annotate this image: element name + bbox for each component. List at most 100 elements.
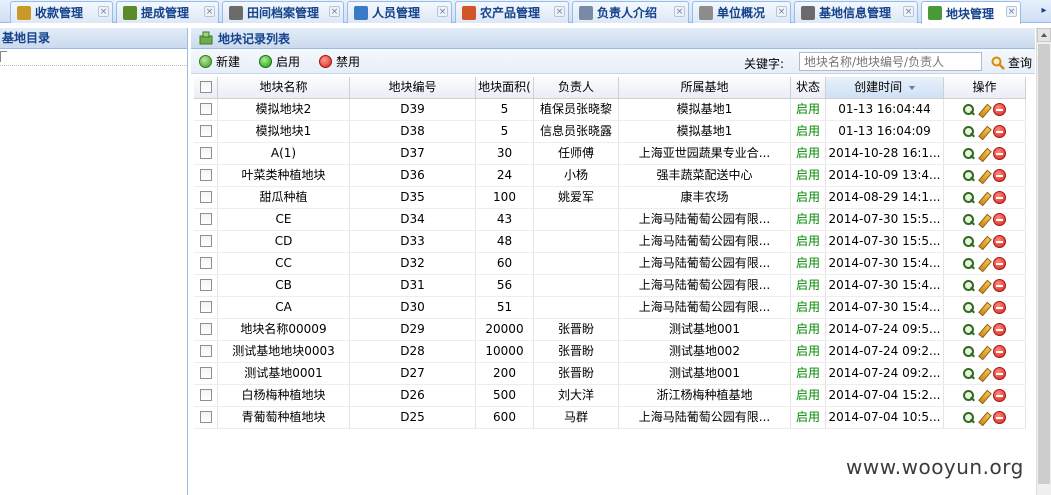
view-icon[interactable] bbox=[963, 169, 975, 182]
row-checkbox[interactable] bbox=[194, 209, 218, 230]
column-header-time[interactable]: 创建时间 bbox=[826, 77, 944, 98]
row-checkbox[interactable] bbox=[194, 99, 218, 120]
table-row[interactable]: 地块名称00009 D29 20000 张晋盼 测试基地001 启用 2014-07-24 … bbox=[194, 319, 1026, 341]
table-row[interactable]: CA D30 51 上海马陆葡萄公园有限... 启用 2014-07-30 15:4... bbox=[194, 297, 1026, 319]
view-icon[interactable] bbox=[963, 389, 975, 402]
disable-button[interactable]: 禁用 bbox=[319, 53, 360, 70]
delete-icon[interactable] bbox=[993, 345, 1006, 358]
new-button[interactable]: 新建 bbox=[199, 53, 240, 70]
row-checkbox[interactable] bbox=[194, 319, 218, 340]
vertical-scrollbar[interactable] bbox=[1036, 28, 1051, 495]
close-icon[interactable]: × bbox=[1006, 6, 1017, 17]
scroll-thumb[interactable] bbox=[1038, 44, 1050, 484]
column-header-person[interactable]: 负责人 bbox=[534, 77, 619, 98]
column-header-status[interactable]: 状态 bbox=[791, 77, 826, 98]
view-icon[interactable] bbox=[963, 125, 975, 138]
close-icon[interactable]: × bbox=[437, 6, 448, 17]
view-icon[interactable] bbox=[963, 191, 975, 204]
row-checkbox[interactable] bbox=[194, 143, 218, 164]
row-checkbox[interactable] bbox=[194, 165, 218, 186]
view-icon[interactable] bbox=[963, 279, 975, 292]
edit-icon[interactable] bbox=[978, 148, 990, 160]
tab-6[interactable]: 负责人介绍 × bbox=[572, 1, 689, 23]
tab-1[interactable]: 收款管理 × bbox=[10, 1, 113, 23]
close-icon[interactable]: × bbox=[674, 6, 685, 17]
close-icon[interactable]: × bbox=[554, 6, 565, 17]
table-row[interactable]: 测试基地0001 D27 200 张晋盼 测试基地001 启用 2014-07-24 09:… bbox=[194, 363, 1026, 385]
delete-icon[interactable] bbox=[993, 323, 1006, 336]
row-checkbox[interactable] bbox=[194, 121, 218, 142]
view-icon[interactable] bbox=[963, 301, 975, 314]
delete-icon[interactable] bbox=[993, 213, 1006, 226]
view-icon[interactable] bbox=[963, 367, 975, 380]
view-icon[interactable] bbox=[963, 147, 975, 160]
table-row[interactable]: 青葡萄种植地块 D25 600 马群 上海马陆葡萄公园有限... 启用 2014-07-04… bbox=[194, 407, 1026, 429]
tab-scroll-right-icon[interactable]: ▸ bbox=[1037, 3, 1051, 19]
tab-3[interactable]: 田间档案管理 × bbox=[222, 1, 344, 23]
close-icon[interactable]: × bbox=[98, 6, 109, 17]
close-icon[interactable]: × bbox=[903, 6, 914, 17]
delete-icon[interactable] bbox=[993, 169, 1006, 182]
table-row[interactable]: 叶菜类种植地块 D36 24 小杨 强丰蔬菜配送中心 启用 2014-10-09 13:4.… bbox=[194, 165, 1026, 187]
delete-icon[interactable] bbox=[993, 301, 1006, 314]
edit-icon[interactable] bbox=[978, 170, 990, 182]
row-checkbox[interactable] bbox=[194, 253, 218, 274]
row-checkbox[interactable] bbox=[194, 187, 218, 208]
edit-icon[interactable] bbox=[978, 236, 990, 248]
tab-9[interactable]: 地块管理 × bbox=[921, 1, 1021, 24]
edit-icon[interactable] bbox=[978, 214, 990, 226]
table-row[interactable]: 白杨梅种植地块 D26 500 刘大洋 浙江杨梅种植基地 启用 2014-07-04 15:… bbox=[194, 385, 1026, 407]
delete-icon[interactable] bbox=[993, 147, 1006, 160]
column-header-area[interactable]: 地块面积( bbox=[476, 77, 534, 98]
view-icon[interactable] bbox=[963, 257, 975, 270]
table-row[interactable]: 测试基地地块0003 D28 10000 张晋盼 测试基地002 启用 2014-07-24… bbox=[194, 341, 1026, 363]
close-icon[interactable]: × bbox=[329, 6, 340, 17]
row-checkbox[interactable] bbox=[194, 385, 218, 406]
row-checkbox[interactable] bbox=[194, 407, 218, 428]
table-row[interactable]: CC D32 60 上海马陆葡萄公园有限... 启用 2014-07-30 15:4... bbox=[194, 253, 1026, 275]
row-checkbox[interactable] bbox=[194, 341, 218, 362]
edit-icon[interactable] bbox=[978, 324, 990, 336]
table-row[interactable]: 甜瓜种植 D35 100 姚爱军 康丰农场 启用 2014-08-29 14:1... bbox=[194, 187, 1026, 209]
tab-5[interactable]: 农产品管理 × bbox=[455, 1, 569, 23]
edit-icon[interactable] bbox=[978, 280, 990, 292]
edit-icon[interactable] bbox=[978, 412, 990, 424]
delete-icon[interactable] bbox=[993, 367, 1006, 380]
column-header-code[interactable]: 地块编号 bbox=[350, 77, 476, 98]
delete-icon[interactable] bbox=[993, 411, 1006, 424]
delete-icon[interactable] bbox=[993, 235, 1006, 248]
row-checkbox[interactable] bbox=[194, 275, 218, 296]
table-row[interactable]: A(1) D37 30 任师傅 上海亚世园蔬果专业合... 启用 2014-10-28 16… bbox=[194, 143, 1026, 165]
delete-icon[interactable] bbox=[993, 191, 1006, 204]
edit-icon[interactable] bbox=[978, 302, 990, 314]
delete-icon[interactable] bbox=[993, 279, 1006, 292]
tab-7[interactable]: 单位概况 × bbox=[692, 1, 791, 23]
tab-8[interactable]: 基地信息管理 × bbox=[794, 1, 918, 23]
view-icon[interactable] bbox=[963, 345, 975, 358]
view-icon[interactable] bbox=[963, 213, 975, 226]
row-checkbox[interactable] bbox=[194, 297, 218, 318]
tab-2[interactable]: 提成管理 × bbox=[116, 1, 219, 23]
delete-icon[interactable] bbox=[993, 125, 1006, 138]
tab-4[interactable]: 人员管理 × bbox=[347, 1, 452, 23]
delete-icon[interactable] bbox=[993, 103, 1006, 116]
column-header-name[interactable]: 地块名称 bbox=[218, 77, 350, 98]
scroll-up-icon[interactable] bbox=[1037, 28, 1051, 42]
column-header-base[interactable]: 所属基地 bbox=[619, 77, 791, 98]
edit-icon[interactable] bbox=[978, 258, 990, 270]
table-row[interactable]: CD D33 48 上海马陆葡萄公园有限... 启用 2014-07-30 15:5... bbox=[194, 231, 1026, 253]
view-icon[interactable] bbox=[963, 235, 975, 248]
enable-button[interactable]: 启用 bbox=[259, 53, 300, 70]
table-row[interactable]: CE D34 43 上海马陆葡萄公园有限... 启用 2014-07-30 15:5... bbox=[194, 209, 1026, 231]
edit-icon[interactable] bbox=[978, 126, 990, 138]
row-checkbox[interactable] bbox=[194, 363, 218, 384]
delete-icon[interactable] bbox=[993, 389, 1006, 402]
close-icon[interactable]: × bbox=[776, 6, 787, 17]
tree-root-node[interactable] bbox=[0, 49, 187, 66]
edit-icon[interactable] bbox=[978, 390, 990, 402]
edit-icon[interactable] bbox=[978, 368, 990, 380]
table-row[interactable]: 模拟地块1 D38 5 信息员张晓露 模拟基地1 启用 01-13 16:04:09 bbox=[194, 121, 1026, 143]
delete-icon[interactable] bbox=[993, 257, 1006, 270]
row-checkbox[interactable] bbox=[194, 231, 218, 252]
keyword-search-input[interactable] bbox=[799, 52, 982, 71]
